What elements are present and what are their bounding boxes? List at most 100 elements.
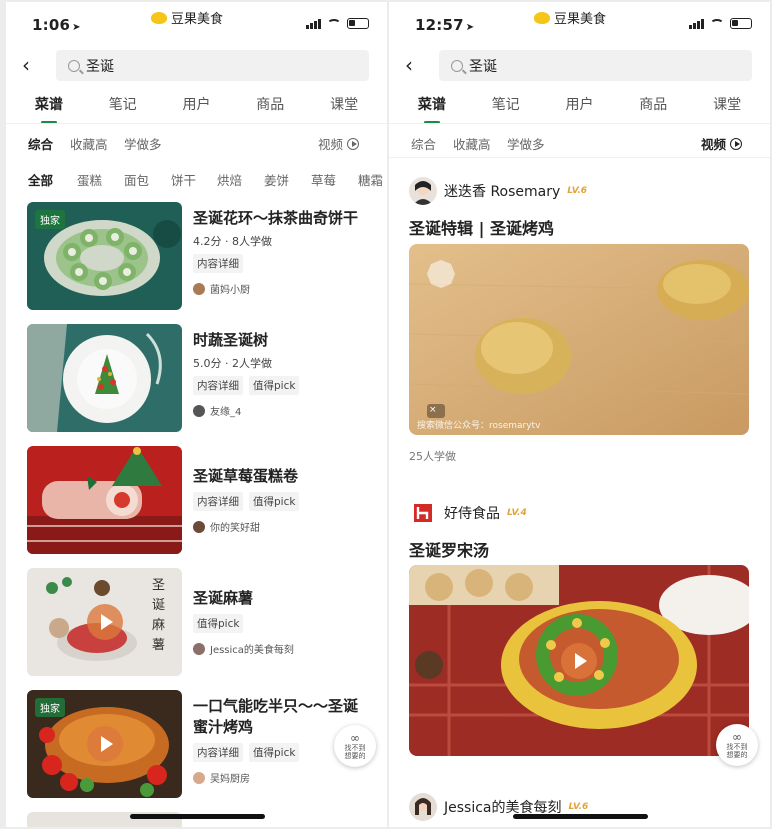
play-icon[interactable]: [86, 604, 123, 640]
status-bar: 12:57 ➤ 豆果美食: [389, 2, 770, 42]
play-icon[interactable]: [86, 726, 123, 762]
exclusive-badge: 独家: [35, 698, 65, 717]
sort-most-saved[interactable]: 收藏高: [453, 134, 491, 153]
recipe-tag: 值得pick: [249, 743, 300, 762]
tabs-divider: [6, 123, 387, 124]
tab-products[interactable]: 商品: [256, 94, 284, 124]
feed-video[interactable]: [409, 565, 749, 756]
video-filter[interactable]: 视频: [701, 134, 742, 153]
tab-notes[interactable]: 笔记: [109, 94, 137, 124]
category-strawberry[interactable]: 草莓: [311, 170, 336, 189]
mute-icon[interactable]: ×: [429, 405, 437, 415]
search-query: 圣诞: [469, 58, 497, 75]
category-baking[interactable]: 烘焙: [217, 170, 242, 189]
tab-recipes[interactable]: 菜谱: [418, 94, 446, 124]
recipe-author: 吴妈厨房: [193, 770, 377, 785]
recipe-item[interactable]: 圣诞麻薯 圣诞麻薯 值得pick Jessica的美食每刻: [27, 568, 377, 676]
recipe-item[interactable]: 独家 圣诞花环～抹茶曲奇饼干 4.2分 · 8人学做 内容详细 菌妈小厨: [27, 202, 377, 310]
sort-overall[interactable]: 综合: [28, 134, 53, 153]
level-badge: LV.6: [567, 186, 588, 196]
tab-recipes[interactable]: 菜谱: [35, 94, 63, 124]
recipe-info: 圣诞麻薯 值得pick Jessica的美食每刻: [193, 574, 377, 656]
recipe-author: 菌妈小厨: [193, 281, 377, 296]
douguo-logo-icon: [534, 11, 550, 24]
category-all[interactable]: 全部: [28, 170, 53, 189]
recipe-thumbnail: 圣诞麻薯: [27, 568, 182, 676]
brand-logo-icon: [409, 499, 437, 527]
recipe-tag: 值得pick: [249, 492, 300, 511]
recipe-tag: 内容详细: [193, 254, 243, 273]
tab-users[interactable]: 用户: [182, 94, 210, 124]
search-header: ‹ 圣诞: [389, 48, 770, 82]
category-cookie[interactable]: 饼干: [171, 170, 196, 189]
back-icon[interactable]: ‹: [22, 54, 42, 76]
status-icons: [306, 18, 369, 29]
level-badge: LV.4: [507, 508, 527, 518]
recipe-thumbnail: [27, 446, 182, 554]
play-circle-icon: [347, 137, 359, 150]
signal-icon: [689, 18, 704, 29]
binoculars-icon: ∞: [350, 731, 360, 745]
sort-row: 综合 收藏高 学做多 视频: [389, 134, 770, 154]
tab-notes[interactable]: 笔记: [492, 94, 520, 124]
cant-find-button[interactable]: ∞ 找不到想要的: [716, 724, 758, 766]
category-cake[interactable]: 蛋糕: [77, 170, 102, 189]
home-indicator[interactable]: [129, 814, 265, 819]
tab-classes[interactable]: 课堂: [713, 94, 741, 124]
tab-products[interactable]: 商品: [639, 94, 667, 124]
back-icon[interactable]: ‹: [405, 54, 425, 76]
recipe-author: 友缘_4: [193, 403, 377, 418]
battery-icon: [730, 18, 752, 29]
feed-author[interactable]: 迷迭香 Rosemary LV.6: [409, 177, 587, 205]
play-icon[interactable]: [561, 642, 597, 679]
avatar: [193, 404, 205, 417]
tab-users[interactable]: 用户: [565, 94, 593, 124]
recipe-title: 圣诞花环～抹茶曲奇饼干: [193, 209, 359, 227]
sort-most-cooked[interactable]: 学做多: [124, 134, 162, 153]
search-input[interactable]: 圣诞: [439, 50, 752, 81]
recipe-item[interactable]: 圣诞草莓蛋糕卷 内容详细 值得pick 你的笑好甜: [27, 446, 377, 554]
feed-title[interactable]: 圣诞罗宋汤: [409, 537, 489, 561]
avatar: [193, 642, 205, 655]
main-tabs: 菜谱 笔记 用户 商品 课堂: [6, 94, 387, 124]
recipe-item[interactable]: 独家 一口气能吃半只～～圣诞蜜汁烤鸡 内容详细 值得pick 吴妈厨房: [27, 690, 377, 798]
recipe-tag: 内容详细: [193, 492, 243, 511]
recipe-meta: 4.2分 · 8人学做: [193, 235, 272, 248]
main-tabs: 菜谱 笔记 用户 商品 课堂: [389, 94, 770, 124]
recipe-author: 你的笑好甜: [193, 519, 377, 534]
recipe-info: 时蔬圣诞树 5.0分 · 2人学做 内容详细 值得pick 友缘_4: [193, 330, 377, 418]
home-indicator[interactable]: [512, 814, 648, 819]
search-query: 圣诞: [86, 58, 114, 75]
signal-icon: [306, 18, 321, 29]
recipe-tag: 值得pick: [193, 614, 244, 633]
recipe-tag: 内容详细: [193, 376, 243, 395]
exclusive-badge: 独家: [35, 210, 65, 229]
avatar: [409, 793, 437, 821]
feed-title[interactable]: 圣诞特辑 | 圣诞烤鸡: [409, 215, 554, 239]
recipe-thumbnail: 独家: [27, 202, 182, 310]
sort-row: 综合 收藏高 学做多 视频: [6, 134, 387, 154]
app-indicator: 豆果美食: [534, 8, 606, 27]
tab-classes[interactable]: 课堂: [330, 94, 358, 124]
sort-most-cooked[interactable]: 学做多: [507, 134, 545, 153]
video-filter[interactable]: 视频: [318, 134, 359, 153]
binoculars-icon: ∞: [732, 730, 742, 744]
avatar: [193, 771, 205, 784]
cant-find-button[interactable]: ∞ 找不到想要的: [334, 725, 376, 767]
tabs-divider: [389, 123, 770, 124]
recipe-item[interactable]: 时蔬圣诞树 5.0分 · 2人学做 内容详细 值得pick 友缘_4: [27, 324, 377, 432]
feed-author[interactable]: 好侍食品 LV.4: [409, 499, 527, 527]
status-icons: [689, 18, 752, 29]
search-input[interactable]: 圣诞: [56, 50, 369, 81]
category-gingerbread[interactable]: 姜饼: [264, 170, 289, 189]
sort-most-saved[interactable]: 收藏高: [70, 134, 108, 153]
sort-overall[interactable]: 综合: [411, 134, 436, 153]
feed-video[interactable]: × 搜索微信公众号：rosemarytv: [409, 244, 749, 435]
recipe-info: 圣诞花环～抹茶曲奇饼干 4.2分 · 8人学做 内容详细 菌妈小厨: [193, 208, 377, 296]
play-circle-icon: [730, 137, 742, 150]
status-bar: 1:06 ➤ 豆果美食: [6, 2, 387, 42]
recipe-author: Jessica的美食每刻: [193, 641, 377, 656]
category-icing[interactable]: 糖霜: [358, 170, 383, 189]
level-badge: LV.6: [568, 802, 589, 812]
category-bread[interactable]: 面包: [124, 170, 149, 189]
